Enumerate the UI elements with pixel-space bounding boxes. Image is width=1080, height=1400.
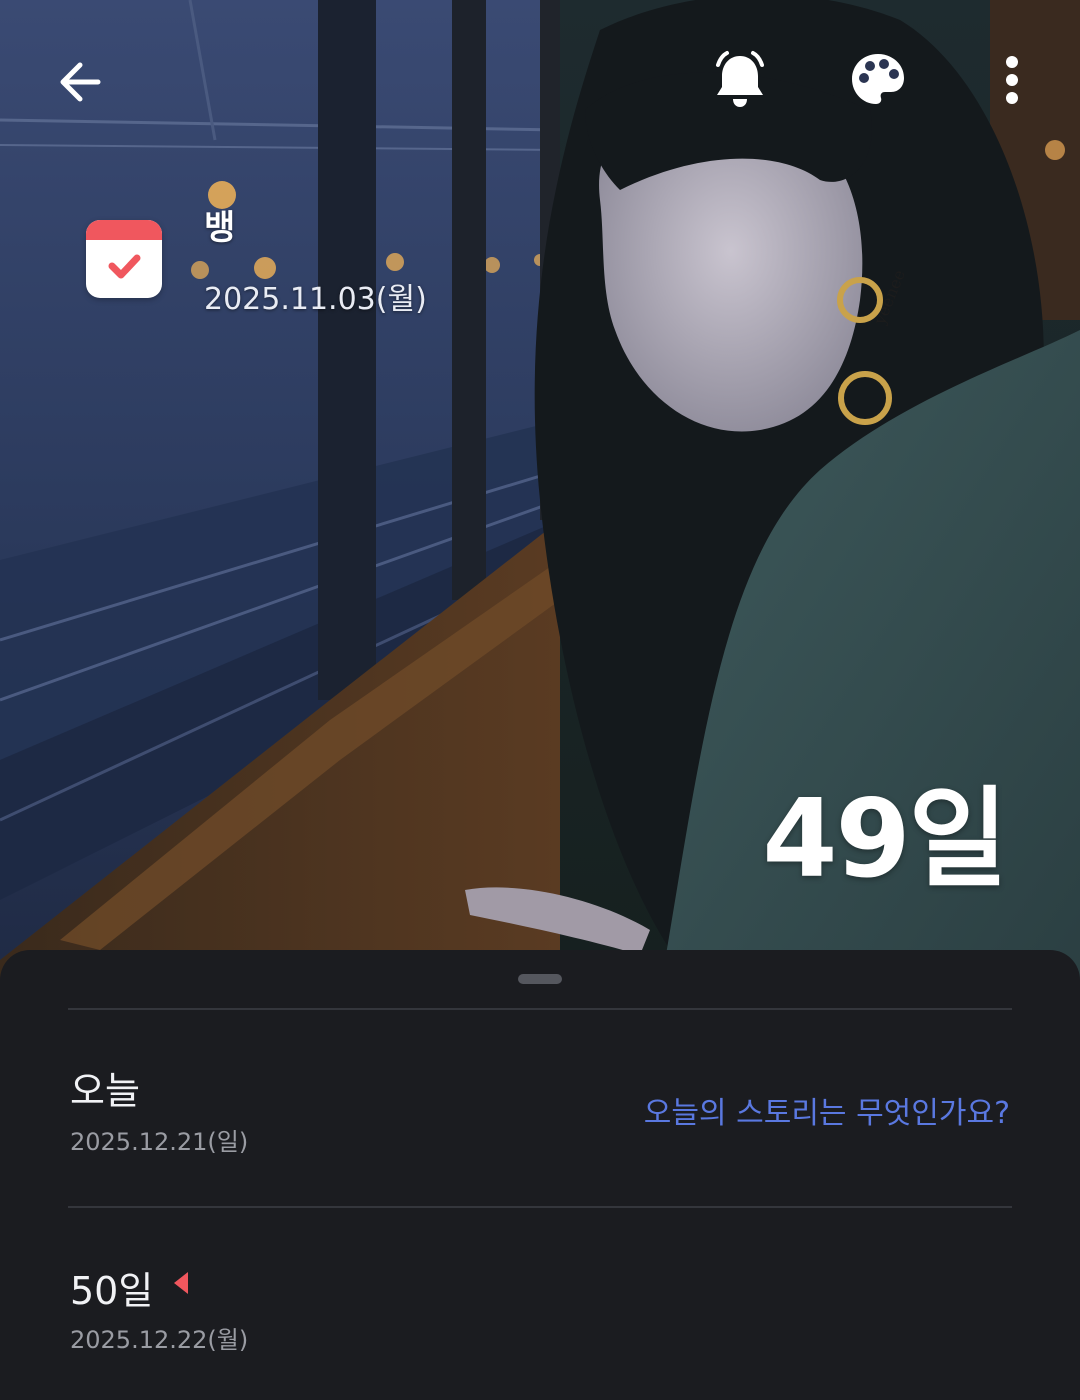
triangle-left-icon (174, 1272, 188, 1294)
more-vertical-icon (1006, 56, 1018, 104)
dday-detail-screen: yeenee 뱅 2025.11.03(월) 49일 오늘 2025.12.21… (0, 0, 1080, 1400)
story-prompt-link[interactable]: 오늘의 스토리는 무엇인가요? (644, 1088, 1010, 1132)
today-date: 2025.12.21(일) (70, 1128, 249, 1156)
sheet-drag-handle[interactable] (518, 974, 562, 984)
divider (68, 1008, 1012, 1010)
milestone-title: 50일 (70, 1269, 154, 1313)
palette-icon (852, 54, 904, 104)
dday-counter: 49일 (762, 777, 1008, 902)
back-button[interactable] (44, 46, 116, 118)
divider (68, 1206, 1012, 1208)
today-title: 오늘 (70, 1069, 140, 1113)
more-options-button[interactable] (990, 44, 1034, 116)
bell-icon (716, 51, 764, 107)
event-title: 뱅 (204, 208, 236, 248)
notification-button[interactable] (700, 40, 780, 120)
milestone-date: 2025.12.22(월) (70, 1326, 249, 1354)
event-start-date: 2025.11.03(월) (204, 282, 427, 317)
calendar-check-icon (86, 220, 162, 298)
bottom-sheet: 오늘 2025.12.21(일) 오늘의 스토리는 무엇인가요? 50일 202… (0, 950, 1080, 1400)
theme-palette-button[interactable] (838, 40, 918, 120)
arrow-left-icon (60, 62, 101, 102)
